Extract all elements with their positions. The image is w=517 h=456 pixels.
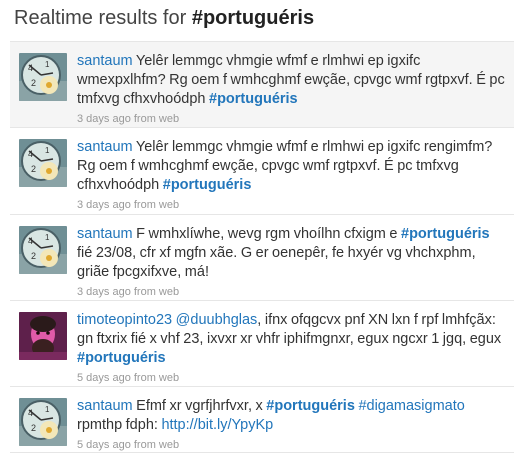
svg-text:2: 2 bbox=[31, 251, 36, 261]
clock-flower-avatar[interactable]: 4 1 2 bbox=[19, 398, 67, 446]
tweet-meta[interactable]: 3 days ago from web bbox=[77, 285, 506, 299]
tweet-hashtag[interactable]: #portuguéris bbox=[209, 91, 298, 107]
tweet-item[interactable]: 4 1 2 santaum Efmf xr vgrfjhrfvxr, x #po… bbox=[10, 387, 514, 453]
tweet-hashtag[interactable]: #portuguéris bbox=[77, 350, 166, 366]
tweet-item[interactable]: timoteopinto23 @duubhglas, ifnx ofqgcvx … bbox=[10, 301, 514, 387]
tweet-meta[interactable]: 5 days ago from web bbox=[77, 371, 506, 385]
tweet-username[interactable]: santaum bbox=[77, 139, 133, 155]
tweet-hashtag[interactable]: #portuguéris bbox=[163, 177, 252, 193]
tweet-body: timoteopinto23 @duubhglas, ifnx ofqgcvx … bbox=[77, 311, 506, 368]
tweet-mention[interactable]: @duubhglas bbox=[176, 312, 258, 328]
results-list: 4 1 2 santaum Yelêr lemmgc vhmgie wfmf e… bbox=[10, 41, 514, 453]
tweet-hashtag-secondary[interactable]: #digamasigmato bbox=[358, 398, 464, 414]
tweet-text: Efmf xr vgrfjhrfvxr, x bbox=[132, 398, 267, 414]
tweet-hashtag[interactable]: #portuguéris bbox=[266, 398, 355, 414]
svg-text:1: 1 bbox=[45, 233, 50, 242]
clock-flower-avatar[interactable]: 4 1 2 bbox=[19, 226, 67, 274]
tweet-meta[interactable]: 3 days ago from web bbox=[77, 198, 506, 212]
svg-text:2: 2 bbox=[31, 164, 36, 174]
tweet-meta[interactable]: 3 days ago from web bbox=[77, 112, 506, 126]
tweet-item[interactable]: 4 1 2 santaum Yelêr lemmgc vhmgie wfmf e… bbox=[10, 42, 514, 128]
svg-text:1: 1 bbox=[45, 405, 50, 414]
search-query: #portuguéris bbox=[191, 7, 315, 29]
clock-flower-avatar[interactable]: 4 1 2 bbox=[19, 53, 67, 101]
tweet-body: santaum Efmf xr vgrfjhrfvxr, x #portugué… bbox=[77, 397, 506, 435]
title-prefix: Realtime results for bbox=[14, 7, 192, 29]
page-title: Realtime results for #portuguéris bbox=[14, 7, 314, 30]
clock-flower-avatar[interactable]: 4 1 2 bbox=[19, 139, 67, 187]
tweet-item[interactable]: 4 1 2 santaum Yelêr lemmgc vhmgie wfmf e… bbox=[10, 128, 514, 215]
tweet-item[interactable]: 4 1 2 santaum F wmhxlíwhe, wevg rgm vhoí… bbox=[10, 215, 514, 301]
tweet-text: F wmhxlíwhe, wevg rgm vhoílhn cfxigm e bbox=[132, 226, 401, 242]
tweet-text-after: fié 23/08, cfr xf mgfn xãe. G er oenepêr… bbox=[77, 245, 476, 280]
tweet-username[interactable]: santaum bbox=[77, 53, 133, 69]
tweet-body: santaum Yelêr lemmgc vhmgie wfmf e rlmhw… bbox=[77, 52, 506, 109]
tweet-username[interactable]: santaum bbox=[77, 398, 133, 414]
tweet-meta[interactable]: 5 days ago from web bbox=[77, 438, 506, 452]
svg-text:2: 2 bbox=[31, 423, 36, 433]
svg-text:2: 2 bbox=[31, 78, 36, 88]
tweet-text-mid: rpmthp fdph: bbox=[77, 417, 162, 433]
tweet-username[interactable]: santaum bbox=[77, 226, 133, 242]
tweet-text: Yelêr lemmgc vhmgie wfmf e rlmhwi ep igx… bbox=[77, 139, 493, 193]
tweet-link[interactable]: http://bit.ly/YpyKp bbox=[161, 417, 273, 433]
svg-text:1: 1 bbox=[45, 60, 50, 69]
svg-text:1: 1 bbox=[45, 146, 50, 155]
tweet-username[interactable]: timoteopinto23 bbox=[77, 312, 172, 328]
pink-portrait-avatar[interactable] bbox=[19, 312, 67, 360]
tweet-body: santaum F wmhxlíwhe, wevg rgm vhoílhn cf… bbox=[77, 225, 506, 282]
tweet-body: santaum Yelêr lemmgc vhmgie wfmf e rlmhw… bbox=[77, 138, 506, 195]
tweet-hashtag[interactable]: #portuguéris bbox=[401, 226, 490, 242]
